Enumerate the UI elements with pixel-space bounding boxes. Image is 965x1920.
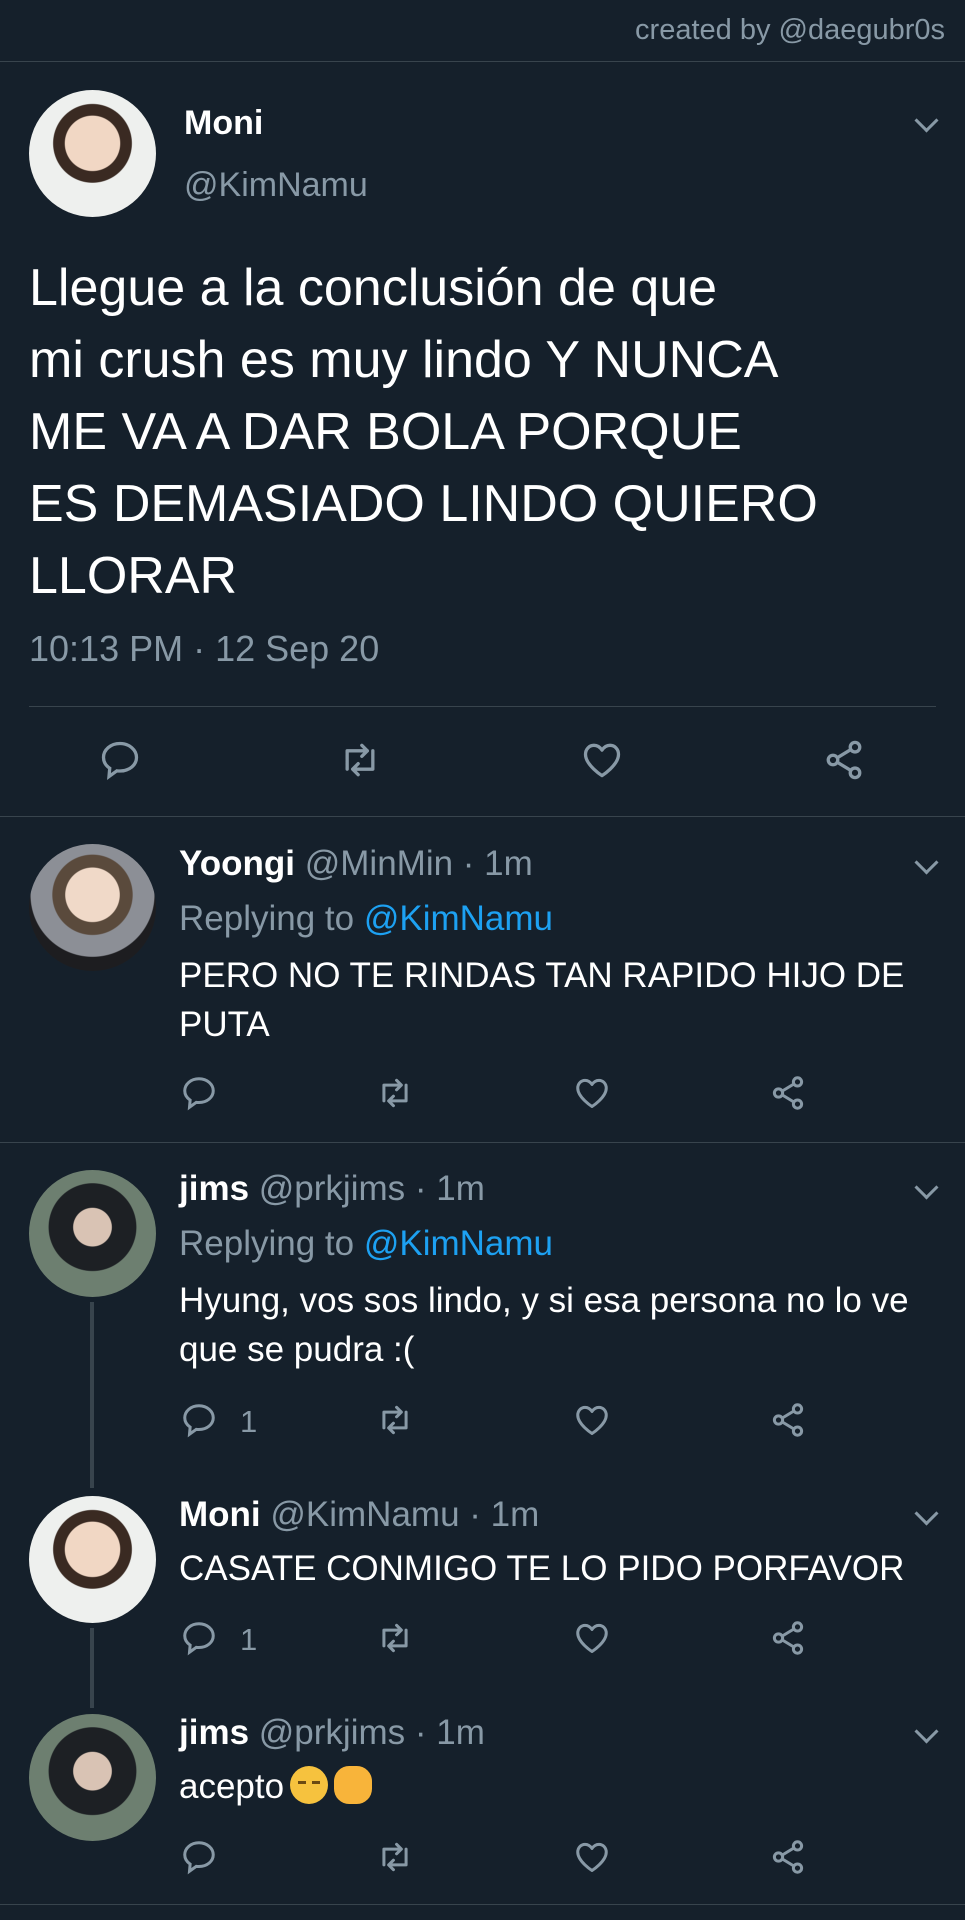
share-icon[interactable] [769,1619,807,1657]
reply-icon[interactable] [180,1838,218,1876]
divider [0,1904,965,1905]
reply-count: 1 [240,1404,258,1439]
reply-text-container: acepto [179,1762,939,1811]
reply-header: jims @prkjims · 1m [179,1169,485,1209]
chevron-down-icon[interactable] [914,850,939,875]
like-icon[interactable] [573,1838,611,1876]
reply-text: PERO NO TE RINDAS TAN RAPIDO HIJO DE PUT… [179,956,905,1044]
author-name[interactable]: jims [179,1713,249,1752]
reply-header: Yoongi @MinMin · 1m [179,844,533,884]
like-icon[interactable] [573,1401,611,1439]
divider [0,816,965,817]
author-handle[interactable]: @KimNamu [184,166,368,205]
like-icon[interactable] [573,1074,611,1112]
pensive-face-emoji-icon [290,1766,329,1804]
avatar[interactable] [29,1714,156,1841]
divider [0,61,965,62]
share-icon[interactable] [822,738,866,782]
chevron-down-icon[interactable] [914,1501,939,1526]
retweet-icon[interactable] [375,1619,415,1657]
author-handle[interactable]: @KimNamu · 1m [270,1495,539,1534]
watermark-credit: created by @daegubr0s [635,14,945,46]
reply-icon[interactable] [180,1074,218,1112]
share-icon[interactable] [769,1401,807,1439]
author-handle[interactable]: @prkjims · 1m [259,1169,485,1208]
thread-line [90,1628,94,1708]
retweet-icon[interactable] [375,1838,415,1876]
chevron-down-icon[interactable] [914,1175,939,1200]
tweet-text: Llegue a la conclusión de que mi crush e… [29,259,818,605]
reply-icon[interactable] [180,1401,218,1439]
retweet-icon[interactable] [375,1401,415,1439]
author-name[interactable]: Moni [179,1495,261,1534]
chevron-down-icon[interactable] [914,108,939,133]
divider [0,1142,965,1143]
avatar[interactable] [29,844,156,971]
mention-link[interactable]: @KimNamu [364,899,553,938]
retweet-icon[interactable] [375,1074,415,1112]
author-name[interactable]: Moni [184,104,263,143]
retweet-icon[interactable] [337,738,383,782]
thread-line [90,1302,94,1488]
reply-count: 1 [240,1622,258,1657]
mention-link[interactable]: @KimNamu [364,1224,553,1263]
replying-to: Replying to @KimNamu [179,1224,553,1263]
avatar[interactable] [29,1496,156,1623]
reply-header: jims @prkjims · 1m [179,1713,485,1753]
share-icon[interactable] [769,1074,807,1112]
chevron-down-icon[interactable] [914,1719,939,1744]
reply-text: CASATE CONMIGO TE LO PIDO PORFAVOR [179,1549,905,1588]
raised-fist-emoji-icon [334,1766,373,1804]
avatar[interactable] [29,1170,156,1297]
replying-to: Replying to @KimNamu [179,899,553,938]
author-handle[interactable]: @prkjims · 1m [259,1713,485,1752]
like-icon[interactable] [573,1619,611,1657]
reply-icon[interactable] [180,1619,218,1657]
author-name[interactable]: Yoongi [179,844,295,883]
divider [29,706,936,707]
author-name[interactable]: jims [179,1169,249,1208]
reply-text: acepto [179,1767,285,1806]
avatar[interactable] [29,90,156,217]
share-icon[interactable] [769,1838,807,1876]
reply-text: Hyung, vos sos lindo, y si esa persona n… [179,1281,909,1369]
reply-header: Moni @KimNamu · 1m [179,1495,539,1535]
tweet-timestamp[interactable]: 10:13 PM · 12 Sep 20 [29,628,379,670]
like-icon[interactable] [580,738,624,782]
author-handle[interactable]: @MinMin · 1m [305,844,533,883]
reply-icon[interactable] [98,738,142,782]
tweet-thread-page: created by @daegubr0s Moni @KimNamu Lleg… [0,0,965,1920]
